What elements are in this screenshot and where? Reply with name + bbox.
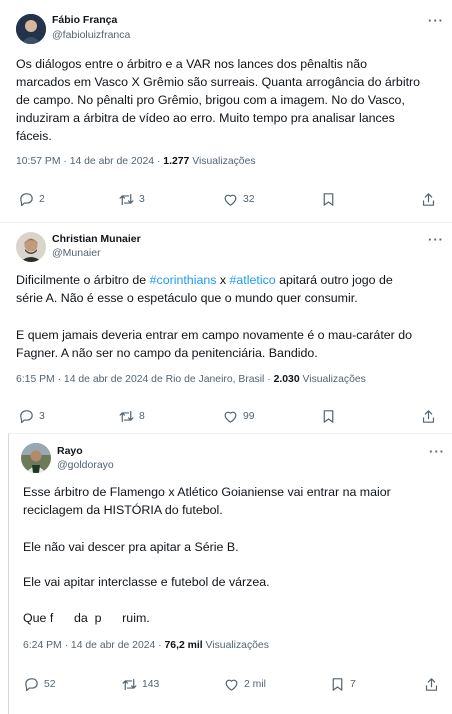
repost-button[interactable]: 8 [118,408,145,425]
tweet-text-line: Esse árbitro de Flamengo x Atlético Goia… [23,485,391,499]
like-icon [224,411,237,423]
author-name[interactable]: Christian Munaier [52,232,141,246]
avatar-image [16,232,46,262]
reply-icon [20,410,33,424]
like-button[interactable]: 2 mil [223,676,266,693]
reply-button[interactable]: 3 [18,408,45,425]
views-label: Visualizações [299,374,366,385]
reply-count: 52 [44,679,56,690]
tweet-1[interactable]: Fábio França @fabioluizfranca ··· Os diá… [0,0,452,222]
repost-count: 8 [139,411,145,422]
reply-count: 3 [39,411,45,422]
timestamp[interactable]: 6:15 PM · 14 de abr de 2024 de Rio de Ja… [16,374,274,385]
views-label: Visualizações [189,156,256,167]
share-icon [425,678,438,691]
share-button[interactable] [423,676,440,693]
reply-count: 2 [39,194,45,205]
avatar[interactable] [16,14,46,44]
repost-button[interactable]: 3 [118,191,145,208]
tweet-text-line: fáceis. [16,129,52,143]
text-segment: x [216,273,230,287]
tweet-text-line: Os diálogos entre o árbitro e a VAR nos … [16,57,368,71]
like-button[interactable]: 32 [222,191,255,208]
views-count: 2.030 [273,374,300,385]
timestamp[interactable]: 10:57 PM · 14 de abr de 2024 · [16,156,163,167]
views-count: 76,2 mil [164,640,203,651]
bookmark-button[interactable] [320,408,337,425]
tweet-text-line: E quem jamais deveria entrar em campo no… [16,328,413,342]
share-button[interactable] [420,408,437,425]
repost-icon [122,678,137,691]
hashtag-link[interactable]: #corinthians [150,273,217,287]
text-segment: apitará outro jogo de [275,273,393,287]
bookmark-icon [323,193,334,206]
bookmark-button[interactable]: 7 [329,676,356,693]
reply-button[interactable]: 52 [23,676,56,693]
tweet-text-line: reciclagem da HISTÓRIA do futebol. [23,503,223,517]
author-handle[interactable]: @goldorayo [57,458,114,472]
tweet-text-line: induziram a árbitra de vídeo ao erro. Mu… [16,111,395,125]
repost-icon [119,410,134,423]
tweet-text-line: marcados em Vasco X Grêmio são surreais.… [16,75,421,89]
avatar[interactable] [16,232,46,262]
repost-icon [119,193,134,206]
tweet-text-line: Ele vai apitar interclasse e futebol de … [23,575,270,589]
tweet-text-line: Dificilmente o árbitro de #corinthians x… [16,272,393,288]
more-icon[interactable]: ··· [429,445,445,458]
reply-icon [25,678,38,692]
like-count: 99 [243,411,255,422]
author-handle[interactable]: @Munaier [52,246,101,260]
bookmark-button[interactable] [320,191,337,208]
reply-button[interactable]: 2 [18,191,45,208]
repost-count: 143 [142,679,160,690]
action-bar: 52 143 2 mil 7 [9,676,452,696]
more-icon[interactable]: ··· [428,233,444,246]
tweet-meta: 6:24 PM · 14 de abr de 2024 · 76,2 mil V… [23,639,269,653]
author-name[interactable]: Rayo [57,444,83,458]
author-handle[interactable]: @fabioluizfranca [52,28,130,42]
tweet-text-line: Ele não vai descer pra apitar a Série B. [23,540,239,554]
avatar-image [16,14,46,44]
share-button[interactable] [420,191,437,208]
tweet-meta: 10:57 PM · 14 de abr de 2024 · 1.277 Vis… [16,155,256,169]
timestamp[interactable]: 6:24 PM · 14 de abr de 2024 · [23,640,165,651]
tweet-text-line: série A. Não é esse o espetáculo que o m… [16,291,358,305]
like-icon [225,679,238,691]
more-icon[interactable]: ··· [428,14,444,27]
author-name[interactable]: Fábio França [52,13,117,27]
tweet-text-line: Fagner. A não ser no campo da penitenciá… [16,346,318,360]
avatar-image [21,443,51,473]
like-button[interactable]: 99 [222,408,255,425]
like-count: 32 [243,194,255,205]
bookmark-icon [323,410,334,423]
tweet-meta: 6:15 PM · 14 de abr de 2024 de Rio de Ja… [16,373,366,387]
tweet-3[interactable]: Rayo @goldorayo ··· Esse árbitro de Flam… [8,433,452,714]
reply-icon [20,193,33,207]
text-segment: Dificilmente o árbitro de [16,273,150,287]
tweet-2[interactable]: Christian Munaier @Munaier ··· Dificilme… [0,223,452,433]
action-bar: 2 3 32 [0,191,452,211]
hashtag-link[interactable]: #atletico [230,273,276,287]
repost-count: 3 [139,194,145,205]
repost-button[interactable]: 143 [121,676,159,693]
tweet-text-line: de campo. No pênalti pro Grêmio, brigou … [16,93,405,107]
share-icon [422,410,435,423]
tweet-text-line: Que f da p ruim. [23,611,150,625]
bookmark-icon [332,678,343,691]
like-icon [224,194,237,206]
views-count: 1.277 [163,156,190,167]
avatar[interactable] [21,443,51,473]
like-count: 2 mil [244,679,266,690]
action-bar: 3 8 99 [0,408,452,428]
bookmark-count: 7 [350,679,356,690]
share-icon [422,193,435,206]
views-label: Visualizações [202,640,269,651]
